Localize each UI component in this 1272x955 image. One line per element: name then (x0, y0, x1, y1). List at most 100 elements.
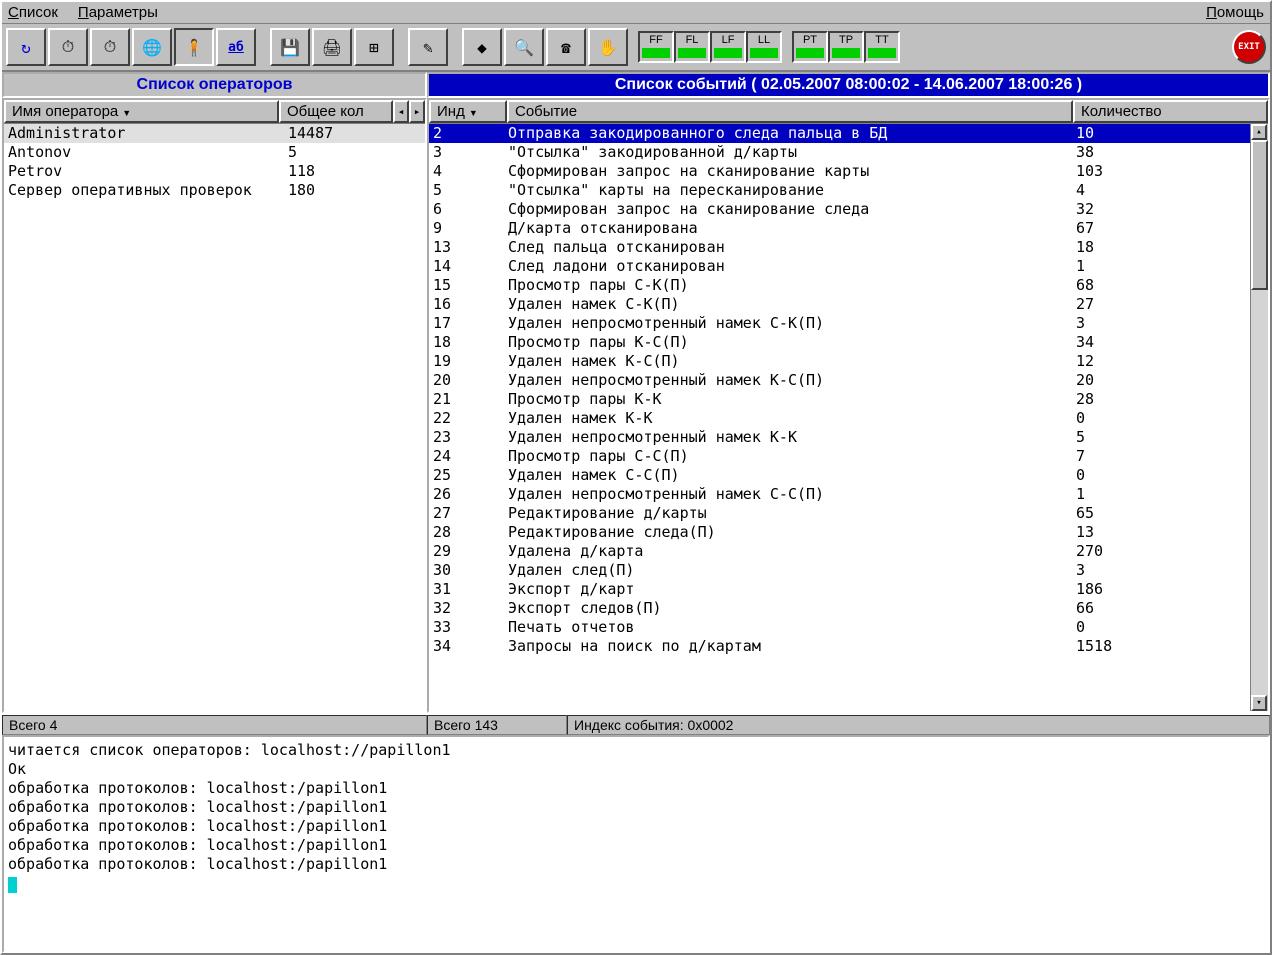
event-row[interactable]: 15Просмотр пары С-К(П)68 (429, 276, 1250, 295)
event-row[interactable]: 25Удален намек С-С(П)0 (429, 466, 1250, 485)
toolbar-button-12[interactable]: ☎ (546, 28, 586, 66)
event-name: Отправка закодированного следа пальца в … (508, 124, 1076, 143)
event-row[interactable]: 27Редактирование д/карты65 (429, 504, 1250, 523)
scroll-left-icon[interactable]: ◂ (393, 100, 409, 123)
event-ind: 16 (433, 295, 508, 314)
toolbar-button-6[interactable]: 💾 (270, 28, 310, 66)
event-count: 13 (1076, 523, 1246, 542)
event-row[interactable]: 30Удален след(П)3 (429, 561, 1250, 580)
operator-count: 5 (288, 143, 297, 162)
menu-help[interactable]: Помощь (1206, 4, 1264, 21)
indicator-tt: TT (864, 31, 900, 63)
event-count: 38 (1076, 143, 1246, 162)
event-name: Удален непросмотренный намек К-К (508, 428, 1076, 447)
event-row[interactable]: 6Сформирован запрос на сканирование след… (429, 200, 1250, 219)
event-name: Просмотр пары С-С(П) (508, 447, 1076, 466)
event-name: Печать отчетов (508, 618, 1076, 637)
operator-row[interactable]: Antonov5 (4, 143, 425, 162)
event-name: Сформирован запрос на сканирование карты (508, 162, 1076, 181)
event-name: Удален непросмотренный намек С-К(П) (508, 314, 1076, 333)
operator-name: Administrator (8, 124, 288, 143)
event-row[interactable]: 14След ладони отсканирован1 (429, 257, 1250, 276)
toolbar-button-0[interactable]: ↻ (6, 28, 46, 66)
event-row[interactable]: 34Запросы на поиск по д/картам1518 (429, 637, 1250, 656)
operator-row[interactable]: Administrator14487 (4, 124, 425, 143)
event-row[interactable]: 3"Отсылка" закодированной д/карты38 (429, 143, 1250, 162)
event-count: 67 (1076, 219, 1246, 238)
event-row[interactable]: 29Удалена д/карта270 (429, 542, 1250, 561)
event-name: Удален намек С-С(П) (508, 466, 1076, 485)
event-name: След пальца отсканирован (508, 238, 1076, 257)
event-row[interactable]: 4Сформирован запрос на сканирование карт… (429, 162, 1250, 181)
event-count: 4 (1076, 181, 1246, 200)
event-row[interactable]: 5"Отсылка" карты на пересканирование4 (429, 181, 1250, 200)
event-row[interactable]: 22Удален намек К-К0 (429, 409, 1250, 428)
event-ind: 2 (433, 124, 508, 143)
toolbar-button-9[interactable]: ✎ (408, 28, 448, 66)
toolbar-button-4[interactable]: 🧍 (174, 28, 214, 66)
event-name: Редактирование д/карты (508, 504, 1076, 523)
scroll-down-icon[interactable]: ▾ (1251, 695, 1267, 711)
operator-row[interactable]: Petrov118 (4, 162, 425, 181)
indicator-group-1: FFFLLFLL (638, 31, 782, 63)
event-ind: 29 (433, 542, 508, 561)
events-scrollbar[interactable]: ▴ ▾ (1250, 124, 1268, 711)
event-row[interactable]: 17Удален непросмотренный намек С-К(П)3 (429, 314, 1250, 333)
event-name: Сформирован запрос на сканирование следа (508, 200, 1076, 219)
event-row[interactable]: 24Просмотр пары С-С(П)7 (429, 447, 1250, 466)
event-row[interactable]: 33Печать отчетов0 (429, 618, 1250, 637)
event-row[interactable]: 18Просмотр пары К-С(П)34 (429, 333, 1250, 352)
event-name: Экспорт следов(П) (508, 599, 1076, 618)
event-count: 3 (1076, 314, 1246, 333)
event-row[interactable]: 13След пальца отсканирован18 (429, 238, 1250, 257)
col-event-ind[interactable]: Инд (429, 100, 507, 123)
event-row[interactable]: 23Удален непросмотренный намек К-К5 (429, 428, 1250, 447)
indicator-ff: FF (638, 31, 674, 63)
toolbar-button-7[interactable]: 🖨 (312, 28, 352, 66)
toolbar-button-5[interactable]: аб (216, 28, 256, 66)
event-ind: 24 (433, 447, 508, 466)
event-name: Удален намек С-К(П) (508, 295, 1076, 314)
col-operator-name[interactable]: Имя оператора (4, 100, 279, 123)
event-name: Удален след(П) (508, 561, 1076, 580)
scroll-up-icon[interactable]: ▴ (1251, 124, 1267, 140)
event-row[interactable]: 31Экспорт д/карт186 (429, 580, 1250, 599)
event-name: Удалена д/карта (508, 542, 1076, 561)
event-row[interactable]: 16Удален намек С-К(П)27 (429, 295, 1250, 314)
exit-button[interactable]: EXIT (1232, 30, 1266, 64)
menu-list[interactable]: Список (8, 4, 58, 21)
event-row[interactable]: 28Редактирование следа(П)13 (429, 523, 1250, 542)
indicator-lf: LF (710, 31, 746, 63)
toolbar-button-8[interactable]: ⊞ (354, 28, 394, 66)
event-row[interactable]: 20Удален непросмотренный намек К-С(П)20 (429, 371, 1250, 390)
cursor (8, 877, 17, 893)
event-row[interactable]: 2Отправка закодированного следа пальца в… (429, 124, 1250, 143)
toolbar-button-13[interactable]: ✋ (588, 28, 628, 66)
toolbar-button-11[interactable]: 🔍 (504, 28, 544, 66)
toolbar-button-1[interactable]: ⏱ (48, 28, 88, 66)
scroll-thumb[interactable] (1251, 140, 1268, 290)
event-row[interactable]: 32Экспорт следов(П)66 (429, 599, 1250, 618)
events-list[interactable]: 2Отправка закодированного следа пальца в… (429, 124, 1250, 711)
event-count: 7 (1076, 447, 1246, 466)
event-row[interactable]: 26Удален непросмотренный намек С-С(П)1 (429, 485, 1250, 504)
event-row[interactable]: 9Д/карта отсканирована67 (429, 219, 1250, 238)
event-name: След ладони отсканирован (508, 257, 1076, 276)
event-row[interactable]: 21Просмотр пары К-К28 (429, 390, 1250, 409)
event-count: 10 (1076, 124, 1246, 143)
col-event-count[interactable]: Количество (1073, 100, 1268, 123)
event-ind: 23 (433, 428, 508, 447)
event-count: 27 (1076, 295, 1246, 314)
col-event-name[interactable]: Событие (507, 100, 1073, 123)
col-operator-count[interactable]: Общее кол (279, 100, 393, 123)
event-ind: 5 (433, 181, 508, 200)
event-count: 1 (1076, 257, 1246, 276)
event-row[interactable]: 19Удален намек К-С(П)12 (429, 352, 1250, 371)
toolbar-button-3[interactable]: 🌐 (132, 28, 172, 66)
scroll-right-icon[interactable]: ▸ (409, 100, 425, 123)
toolbar-button-10[interactable]: ◆ (462, 28, 502, 66)
operator-row[interactable]: Сервер оперативных проверок180 (4, 181, 425, 200)
menu-params[interactable]: Параметры (78, 4, 158, 21)
toolbar-button-2[interactable]: ⏱ (90, 28, 130, 66)
operators-list[interactable]: Administrator14487Antonov5Petrov118Серве… (4, 124, 425, 711)
